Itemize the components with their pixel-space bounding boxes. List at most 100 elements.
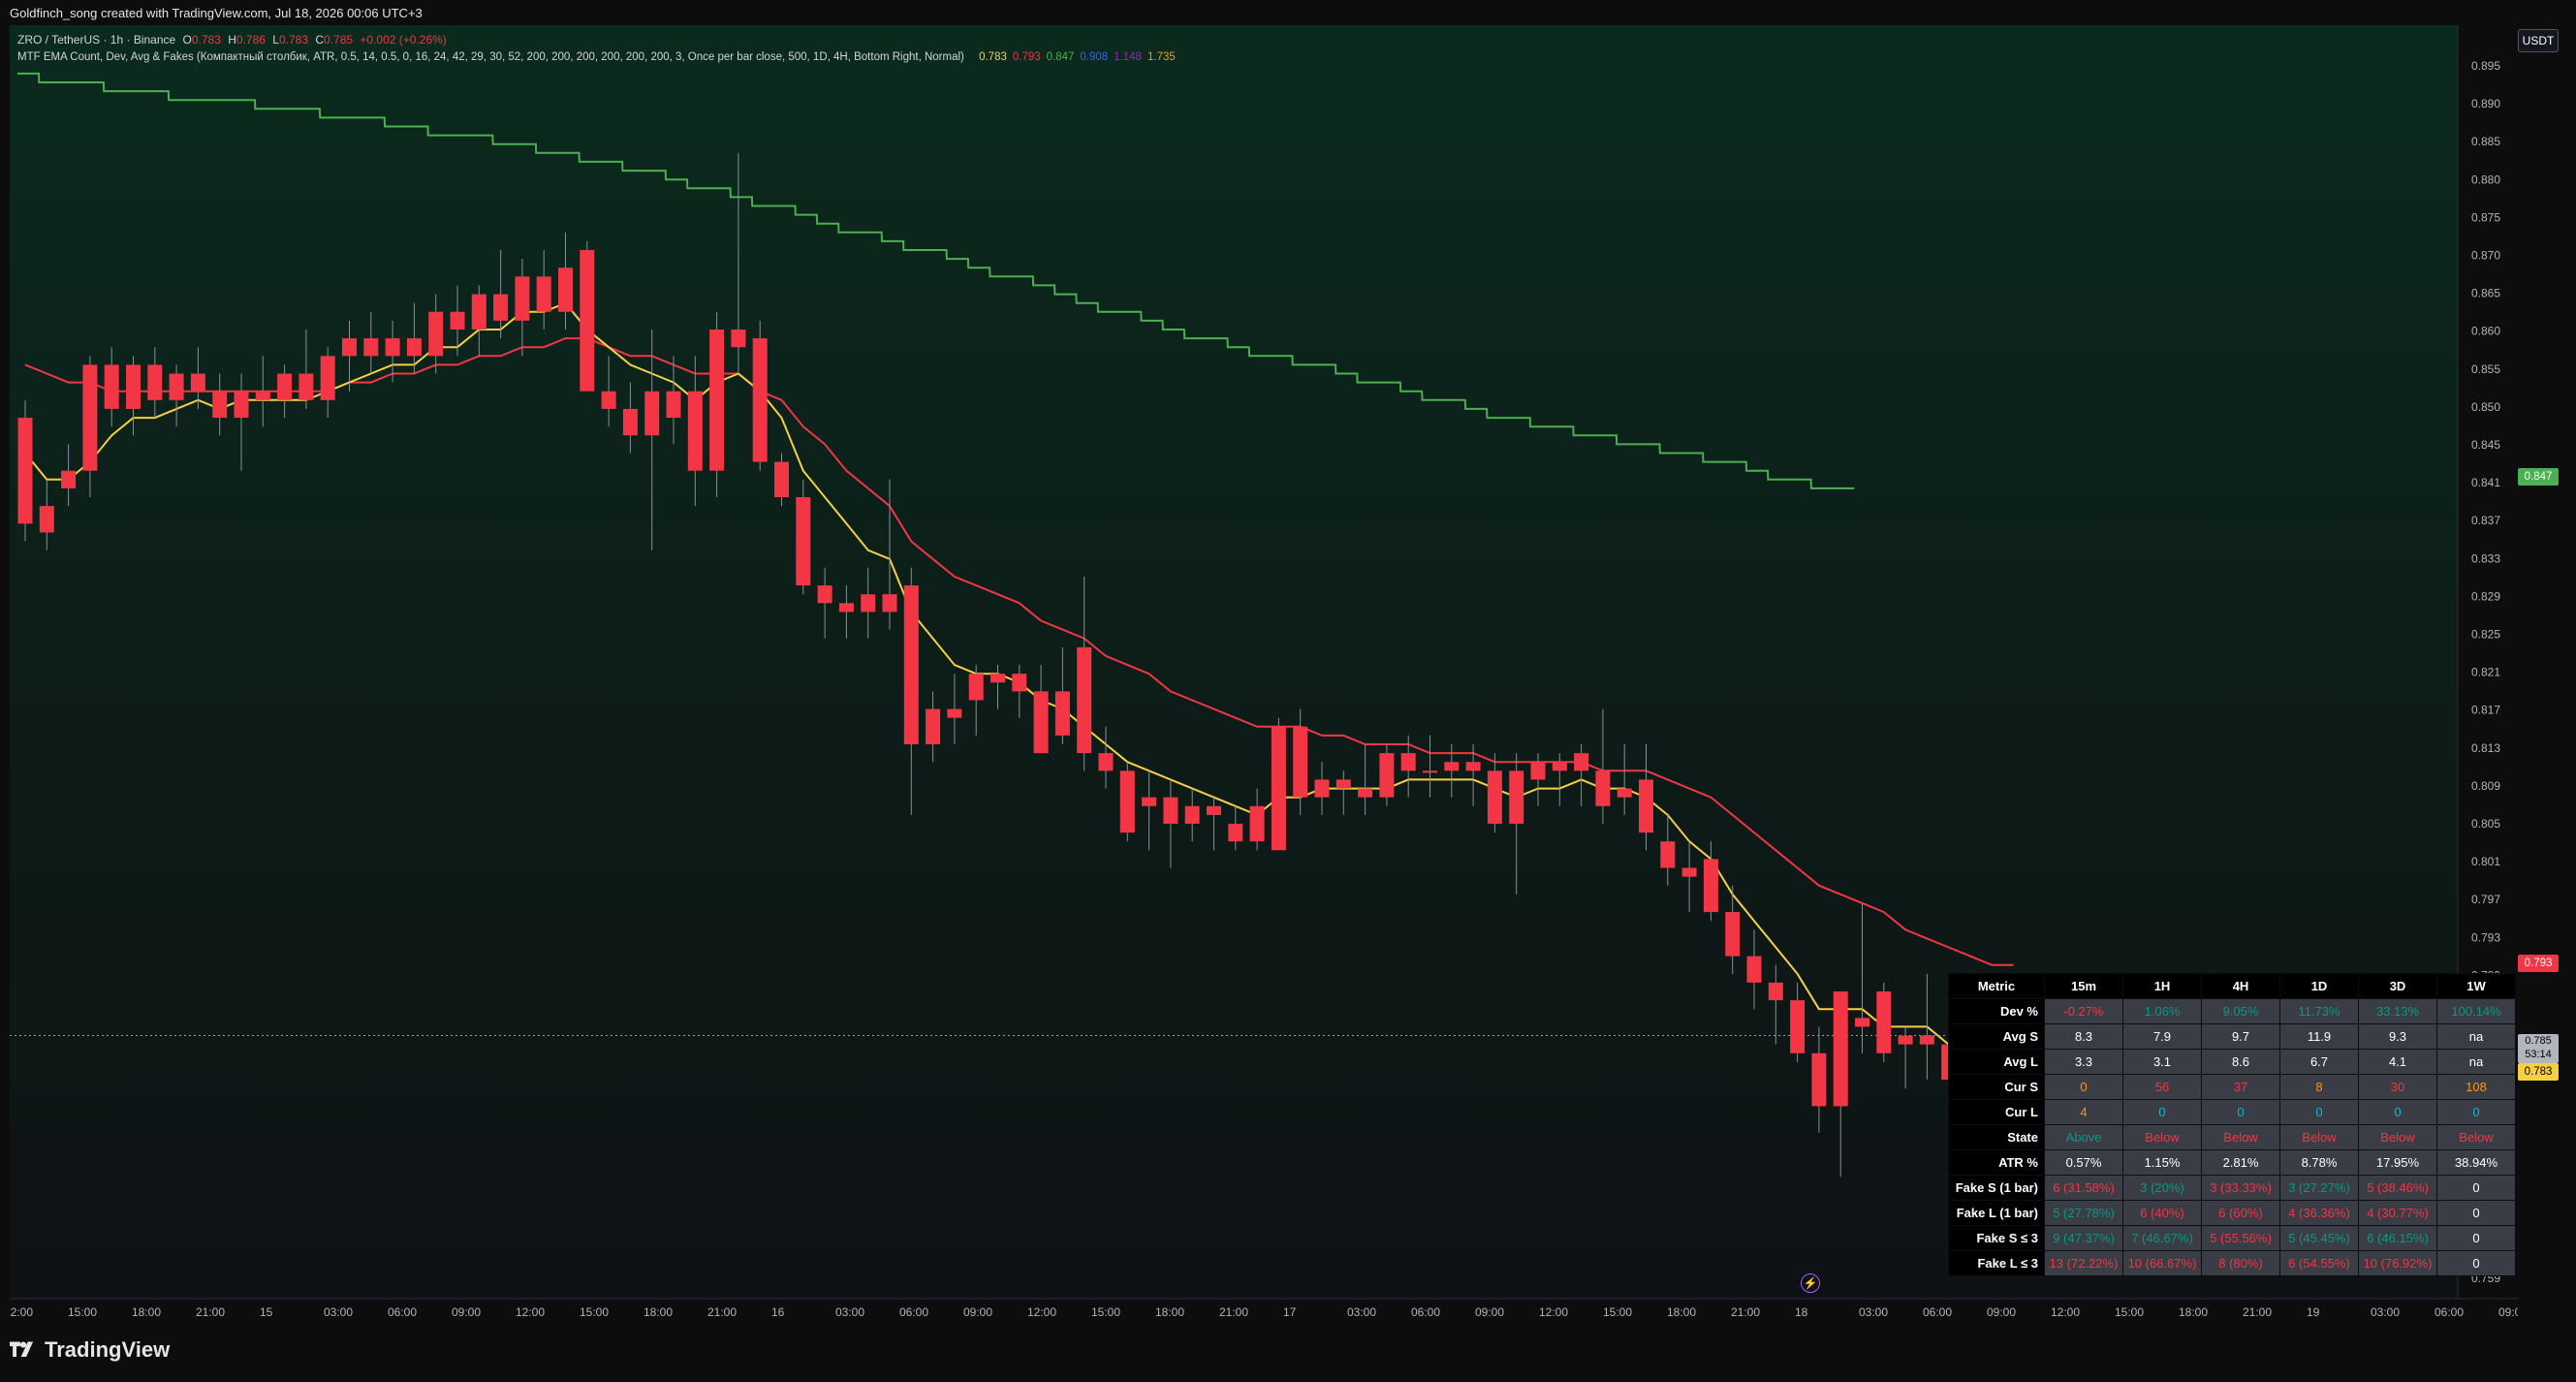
mtf-cell: 5 (27.78%) xyxy=(2044,1200,2123,1226)
price-tick-label: 0.813 xyxy=(2471,741,2500,755)
indicator-value: 0.847 xyxy=(1046,51,1075,63)
attribution-text: Goldfinch_song created with TradingView.… xyxy=(10,6,423,20)
mtf-cell: 7.9 xyxy=(2122,1023,2202,1050)
time-tick-label: 21:00 xyxy=(707,1305,737,1319)
mtf-row: ATR % 0.57% 1.15% 2.81% 8.78% 17.95% 38.94% xyxy=(1948,1149,2516,1176)
price-tick-label: 0.865 xyxy=(2471,287,2500,300)
candle-body xyxy=(61,470,77,488)
flash-icon[interactable]: ⚡ xyxy=(1801,1273,1820,1293)
candle-body xyxy=(1833,991,1848,1107)
mtf-row: Dev % -0.27% 1.06% 9.05% 11.73% 33.13% 100.14% xyxy=(1948,998,2516,1024)
candle-body xyxy=(82,364,98,471)
time-tick-label: 21:00 xyxy=(1731,1305,1760,1319)
mtf-cell: 5 (38.46%) xyxy=(2358,1175,2437,1201)
time-tick-label: 06:00 xyxy=(1923,1305,1952,1319)
time-tick-label: 09:00 xyxy=(2498,1305,2518,1319)
candle-body xyxy=(796,497,811,586)
price-tick-label: 0.880 xyxy=(2471,173,2500,186)
indicator-title[interactable]: MTF EMA Count, Dev, Avg & Fakes (Компакт… xyxy=(17,51,964,63)
mtf-row: Fake L (1 bar) 5 (27.78%) 6 (40%) 6 (60%) 4 … xyxy=(1948,1200,2516,1226)
price-tick-label: 0.805 xyxy=(2471,817,2500,831)
mtf-row-label: Avg S xyxy=(1948,1023,2045,1050)
time-tick-label: 18 xyxy=(1795,1305,1808,1319)
mtf-cell: 8.78% xyxy=(2279,1149,2359,1176)
symbol-name[interactable]: ZRO / TetherUS · 1h · Binance xyxy=(17,33,175,47)
mtf-header-cell: 1D xyxy=(2279,973,2359,999)
candle-body xyxy=(493,294,509,321)
mtf-cell: 9.05% xyxy=(2201,998,2280,1024)
candle xyxy=(580,240,595,392)
candle-body xyxy=(1855,1018,1869,1027)
candle-body xyxy=(212,391,228,419)
mtf-cell: -0.27% xyxy=(2044,998,2123,1024)
currency-button[interactable]: USDT xyxy=(2518,29,2559,52)
low-label: L xyxy=(272,33,279,47)
price-tick-label: 0.829 xyxy=(2471,589,2500,603)
time-tick-label: 06:00 xyxy=(1411,1305,1440,1319)
mtf-cell: 17.95% xyxy=(2358,1149,2437,1176)
time-tick-label: 09:00 xyxy=(963,1305,992,1319)
mtf-row: State Above Below Below Below Below Below xyxy=(1948,1124,2516,1150)
candle-body xyxy=(1249,805,1265,842)
candle-body xyxy=(817,585,832,604)
mtf-cell: 33.13% xyxy=(2358,998,2437,1024)
candle-body xyxy=(277,373,293,400)
mtf-cell: 13 (72.22%) xyxy=(2044,1250,2123,1276)
price-tick-label: 0.833 xyxy=(2471,551,2500,565)
time-tick-label: 12:00 xyxy=(10,1305,33,1319)
mtf-cell: 0 xyxy=(2436,1200,2516,1226)
time-tick-label: 03:00 xyxy=(1859,1305,1888,1319)
candle xyxy=(17,399,33,542)
mtf-header-cell: 3D xyxy=(2358,973,2437,999)
mtf-cell: 3 (20%) xyxy=(2122,1175,2202,1201)
bar-countdown: 53:14 xyxy=(2525,1049,2552,1060)
time-axis[interactable]: 12:00 15:00 18:00 21:00 15 03:00 06:00 09:00 12:… xyxy=(10,1298,2518,1324)
price-tick-label: 0.850 xyxy=(2471,400,2500,414)
time-tick-label: 18:00 xyxy=(644,1305,673,1319)
candle-body xyxy=(1271,726,1286,851)
indicator-value: 1.735 xyxy=(1147,51,1176,63)
candle-body xyxy=(1098,753,1114,771)
mtf-cell: 56 xyxy=(2122,1074,2202,1100)
mtf-cell: 108 xyxy=(2436,1074,2516,1100)
candle-body xyxy=(1660,841,1676,868)
mtf-cell: 0.57% xyxy=(2044,1149,2123,1176)
mtf-header-cell: 4H xyxy=(2201,973,2280,999)
time-tick-label: 18:00 xyxy=(2179,1305,2208,1319)
indicator-value: 0.783 xyxy=(979,51,1007,63)
mtf-cell: 8 (80%) xyxy=(2201,1250,2280,1276)
candle-body xyxy=(752,338,768,462)
mtf-cell: Above xyxy=(2044,1124,2123,1150)
candle-body xyxy=(1617,788,1632,798)
candle-body xyxy=(990,674,1005,683)
candle-body xyxy=(385,338,400,357)
time-tick-label: 15 xyxy=(260,1305,273,1319)
brand-name: TradingView xyxy=(45,1337,171,1362)
candle xyxy=(1271,717,1286,851)
mtf-cell: na xyxy=(2436,1023,2516,1050)
candle-body xyxy=(17,418,33,524)
last-price-value: 0.785 xyxy=(2525,1035,2552,1047)
mtf-cell: 30 xyxy=(2358,1074,2437,1100)
candle-body xyxy=(39,506,54,533)
time-tick-label: 21:00 xyxy=(196,1305,225,1319)
candle-body xyxy=(622,408,638,436)
candle-body xyxy=(1530,762,1546,780)
mtf-cell: 11.73% xyxy=(2279,998,2359,1024)
price-tick-label: 0.837 xyxy=(2471,514,2500,527)
high-value: 0.786 xyxy=(236,33,266,47)
mtf-cell: 0 xyxy=(2436,1099,2516,1125)
candle-body xyxy=(255,391,270,400)
mtf-row-label: Cur S xyxy=(1948,1074,2045,1100)
time-tick-label: 17 xyxy=(1283,1305,1297,1319)
mtf-cell: 0 xyxy=(2436,1225,2516,1251)
mtf-cell: 0 xyxy=(2044,1074,2123,1100)
mtf-cell: 0 xyxy=(2436,1175,2516,1201)
mtf-cell: 5 (55.56%) xyxy=(2201,1225,2280,1251)
mtf-row-label: Fake S ≤ 3 xyxy=(1948,1225,2045,1251)
mtf-cell: 1.15% xyxy=(2122,1149,2202,1176)
tradingview-icon xyxy=(10,1341,34,1357)
time-tick-label: 12:00 xyxy=(1027,1305,1056,1319)
candle-body xyxy=(1681,867,1697,877)
candle-body xyxy=(731,329,746,348)
